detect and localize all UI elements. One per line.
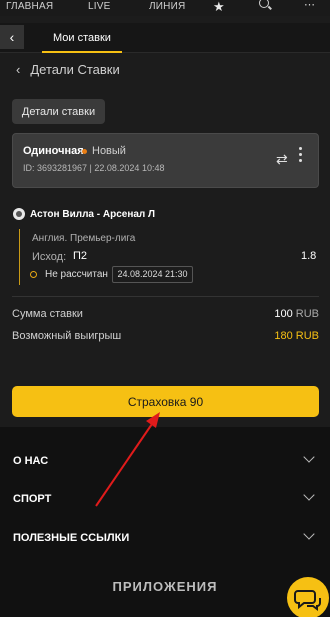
- win-label: Возможный выигрыш: [12, 330, 122, 342]
- page-header[interactable]: ‹ Детали Ставки: [16, 62, 120, 77]
- ball-icon: [13, 208, 25, 220]
- bet-status: Новый: [92, 145, 126, 157]
- calc-status: Не рассчитан: [45, 269, 108, 280]
- win-value: 180: [274, 330, 293, 342]
- footer-about-label: О НАС: [13, 455, 49, 467]
- win-amount: 180 RUB: [274, 330, 319, 342]
- pending-icon: [30, 271, 37, 278]
- insurance-button[interactable]: Страховка 90: [12, 386, 319, 417]
- star-icon[interactable]: ★: [213, 0, 225, 15]
- bet-line: [19, 229, 20, 285]
- divider: [12, 296, 319, 297]
- footer-about[interactable]: О НАС: [13, 451, 318, 467]
- footer-links[interactable]: ПОЛЕЗНЫЕ ССЫЛКИ: [13, 528, 318, 544]
- status-dot: [82, 149, 87, 154]
- nav-home[interactable]: ГЛАВНАЯ: [6, 1, 53, 12]
- more-icon[interactable]: [299, 147, 303, 162]
- stake-row: Сумма ставки 100 RUB: [12, 308, 319, 320]
- back-button[interactable]: ‹: [0, 25, 24, 49]
- more-icon[interactable]: ⋯: [304, 0, 316, 11]
- stake-amount: 100 RUB: [274, 308, 319, 320]
- bet-details-button[interactable]: Детали ставки: [12, 99, 105, 124]
- event-date: 24.08.2024 21:30: [112, 266, 193, 283]
- repeat-icon[interactable]: ⇄: [276, 151, 288, 168]
- bet-card: Одиночная Новый ID: 3693281967 | 22.08.2…: [12, 133, 319, 188]
- outcome-value: П2: [73, 250, 88, 262]
- nav-line[interactable]: ЛИНИЯ: [149, 1, 185, 12]
- win-currency: RUB: [295, 330, 319, 342]
- match-title: Астон Вилла - Арсенал Л: [30, 208, 156, 220]
- tab-bar: ‹ Мои ставки: [0, 23, 330, 53]
- footer-sport[interactable]: СПОРТ: [13, 489, 318, 505]
- odds-value: 1.8: [301, 250, 317, 262]
- bet-type: Одиночная: [23, 145, 84, 157]
- search-icon[interactable]: [259, 0, 269, 8]
- chat-icon: [294, 590, 321, 611]
- outcome-label: Исход:: [32, 251, 67, 263]
- nav-live[interactable]: LIVE: [88, 1, 110, 12]
- stake-label: Сумма ставки: [12, 308, 83, 320]
- stake-value: 100: [274, 308, 293, 320]
- bet-meta: ID: 3693281967 | 22.08.2024 10:48: [23, 163, 165, 173]
- chevron-left-icon[interactable]: ‹: [16, 62, 20, 77]
- tab-my-bets[interactable]: Мои ставки: [42, 27, 122, 53]
- win-row: Возможный выигрыш 180 RUB: [12, 330, 319, 342]
- match-row: Астон Вилла - Арсенал Л: [13, 208, 155, 220]
- chat-button[interactable]: [287, 577, 329, 617]
- footer-links-label: ПОЛЕЗНЫЕ ССЫЛКИ: [13, 532, 130, 544]
- league-name: Англия. Премьер-лига: [32, 233, 136, 244]
- footer-sport-label: СПОРТ: [13, 493, 52, 505]
- page-title: Детали Ставки: [30, 62, 120, 77]
- top-navigation: ГЛАВНАЯ LIVE ЛИНИЯ ★ ⋯: [0, 0, 330, 16]
- stake-currency: RUB: [295, 308, 319, 320]
- back-icon: ‹: [9, 29, 15, 45]
- footer-apps[interactable]: ПРИЛОЖЕНИЯ: [0, 579, 330, 594]
